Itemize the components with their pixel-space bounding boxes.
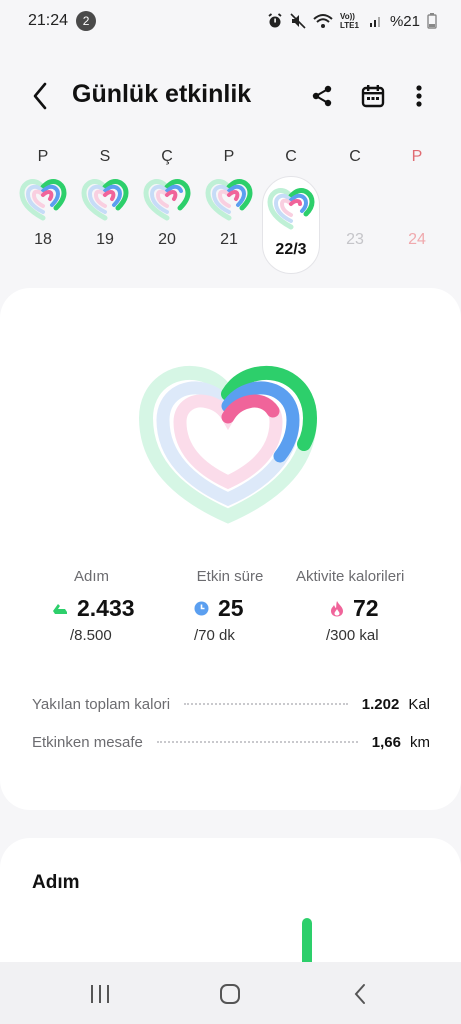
alarm-icon	[267, 13, 283, 29]
more-vertical-icon	[416, 85, 422, 107]
home-button[interactable]	[210, 978, 250, 1010]
day-label-wrap: C	[260, 142, 322, 176]
active-calories-stat: Aktivite kalorileri 72 /300 kal	[296, 568, 446, 644]
total-calories-row: Yakılan toplam kalori 1.202 Kal	[32, 693, 430, 715]
shoe-icon	[52, 601, 68, 617]
daily-activity-card[interactable]: Adım 2.433 /8.500 Etkin süre 25 /70 dk A…	[0, 288, 461, 810]
day-number: 20	[158, 231, 176, 248]
day-number: 23	[346, 231, 364, 248]
notification-count-badge: 2	[76, 11, 97, 31]
day-number: 19	[96, 231, 114, 248]
activity-ring-icon	[19, 179, 67, 221]
day-number: 18	[34, 231, 52, 248]
active-time-stat: Etkin süre 25 /70 dk	[180, 568, 280, 644]
wifi-icon	[313, 13, 333, 29]
day-label: C	[285, 148, 297, 165]
day-item[interactable]: S 19	[74, 142, 136, 274]
steps-goal: /8.500	[70, 627, 112, 644]
active-calories-value: 72	[353, 595, 379, 621]
active-time-goal: /70 dk	[194, 627, 235, 644]
empty-ring-placeholder	[392, 178, 442, 224]
dotted-leader	[156, 741, 358, 743]
activity-ring-icon	[81, 179, 129, 221]
total-calories-value: 1.202	[361, 695, 400, 713]
chevron-left-icon	[354, 984, 365, 1004]
active-calories-goal: /300 kal	[326, 627, 379, 644]
activity-ring-icon	[205, 179, 253, 221]
signal-icon	[369, 14, 383, 28]
battery-icon	[427, 13, 437, 29]
day-item[interactable]: P 21	[198, 142, 260, 274]
day-item[interactable]: Ç 20	[136, 142, 198, 274]
steps-label: Adım	[74, 568, 110, 585]
volte-icon: Vo)) LTE1	[339, 12, 359, 30]
week-day-selector: P 18 S 19 Ç 20 P 21 C 22/3 C 23 P 24	[12, 142, 449, 274]
day-number: 21	[220, 231, 238, 248]
active-distance-row: Etkinken mesafe 1,66 km	[32, 731, 430, 753]
activity-ring-icon	[267, 188, 315, 230]
day-number: 22/3	[275, 241, 307, 258]
active-time-label: Etkin süre	[196, 568, 264, 585]
status-bar: 21:24 2 Vo)) LTE1 %21	[0, 0, 461, 42]
active-distance-label: Etkinken mesafe	[32, 733, 143, 751]
activity-heart-rings	[138, 365, 318, 524]
day-label: C	[349, 148, 361, 165]
day-label: P	[223, 148, 235, 165]
status-time: 21:24	[28, 12, 69, 29]
steps-card-title: Adım	[32, 872, 80, 893]
clock-icon	[194, 601, 209, 616]
back-button[interactable]	[26, 80, 54, 112]
recent-apps-button[interactable]	[80, 978, 120, 1010]
day-item[interactable]: C 23	[324, 142, 386, 274]
empty-ring-placeholder	[330, 178, 380, 224]
activity-stats: Adım 2.433 /8.500 Etkin süre 25 /70 dk A…	[0, 568, 461, 648]
system-back-button[interactable]	[340, 978, 380, 1010]
steps-stat: Adım 2.433 /8.500	[52, 568, 164, 644]
recent-apps-icon	[91, 985, 109, 1003]
more-options-button[interactable]	[403, 80, 435, 112]
flame-icon	[330, 600, 344, 617]
day-label: S	[99, 148, 111, 165]
day-label: Ç	[161, 148, 173, 165]
steps-value: 2.433	[77, 595, 135, 621]
day-number: 24	[408, 231, 426, 248]
app-header: Günlük etkinlik	[0, 70, 461, 122]
page-title: Günlük etkinlik	[72, 80, 252, 108]
activity-ring-icon	[143, 179, 191, 221]
share-button[interactable]	[306, 80, 338, 112]
total-calories-label: Yakılan toplam kalori	[32, 695, 171, 713]
day-item[interactable]: P 18	[12, 142, 74, 274]
battery-percent: %21	[389, 12, 420, 30]
calendar-button[interactable]	[357, 80, 389, 112]
day-item[interactable]: P 24	[386, 142, 448, 274]
back-arrow-icon	[33, 82, 47, 110]
active-calories-label: Aktivite kalorileri	[296, 568, 405, 585]
mute-icon	[290, 13, 306, 29]
day-label: P	[411, 148, 423, 165]
active-distance-value: 1,66	[371, 733, 401, 751]
day-item-selected[interactable]: 22/3	[262, 176, 320, 274]
dotted-leader	[184, 703, 348, 705]
active-distance-unit: km	[410, 733, 430, 751]
day-label: P	[37, 148, 49, 165]
system-navigation-bar	[0, 962, 461, 1024]
home-icon	[220, 984, 240, 1004]
share-icon	[312, 85, 332, 107]
total-calories-unit: Kal	[408, 695, 430, 713]
calendar-icon	[361, 85, 385, 108]
active-time-value: 25	[218, 595, 244, 621]
